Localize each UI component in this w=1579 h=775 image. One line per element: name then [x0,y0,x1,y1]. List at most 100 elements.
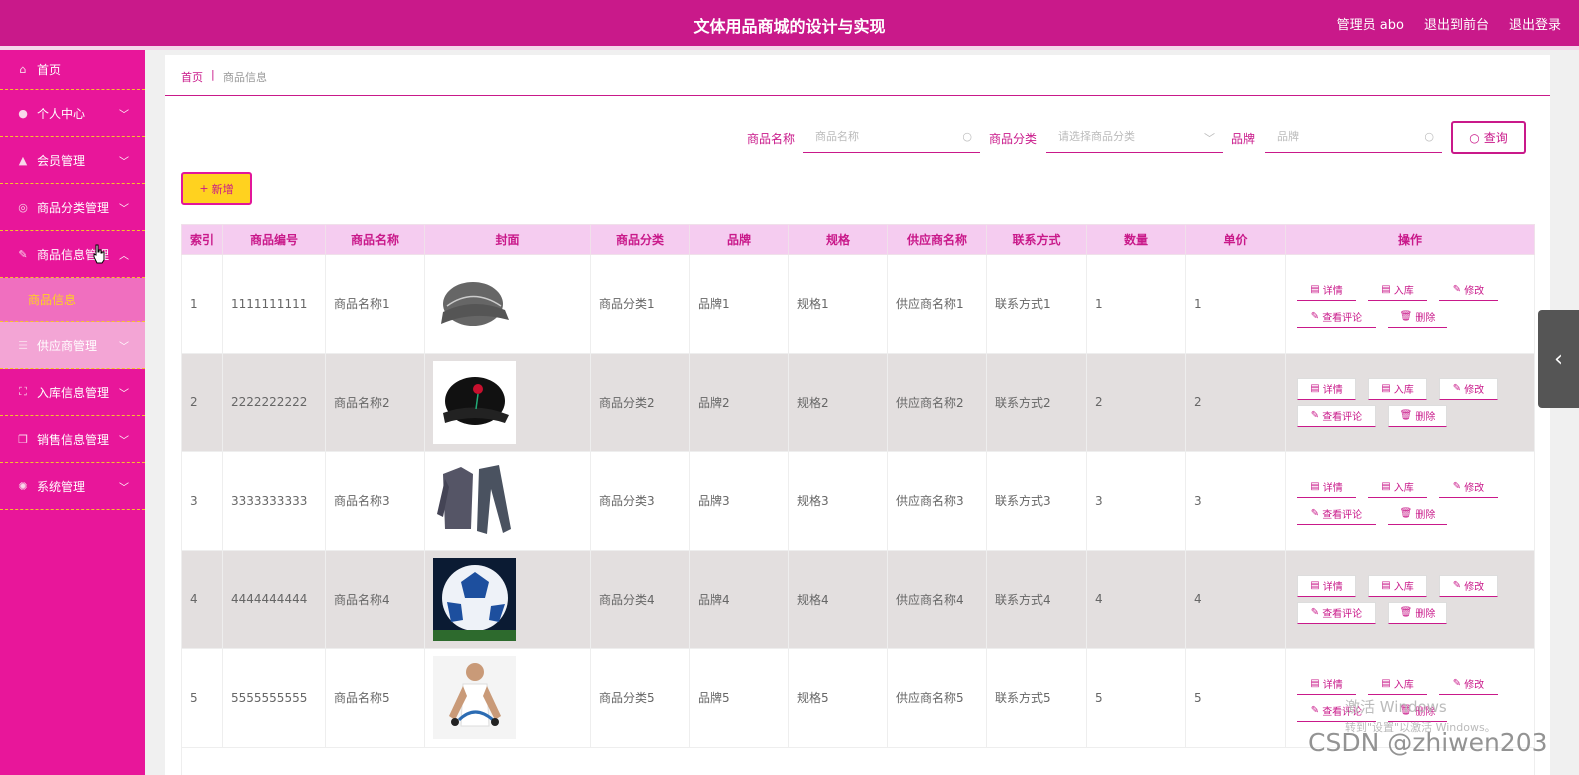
detail-button[interactable]: ▤ 详情 [1297,279,1356,302]
category-select-input[interactable] [1046,120,1223,152]
edit-button[interactable]: ✎ 修改 [1439,377,1498,400]
cell-actions: ▤ 详情 ▤ 入库 ✎ 修改 ✎ 查看评论 🗑 删除 [1285,451,1535,551]
view-comments-button[interactable]: ✎ 查看评论 [1297,601,1376,624]
stock-in-button-label: 入库 [1393,385,1414,397]
logout-link[interactable]: 退出登录 [1509,14,1561,33]
edit-button[interactable]: ✎ 修改 [1439,476,1498,499]
cell-actions: ▤ 详情 ▤ 入库 ✎ 修改 ✎ 查看评论 🗑 删除 [1285,549,1535,649]
query-button-label: 查询 [1483,131,1508,145]
view-comments-button-label: 查看评论 [1322,510,1363,522]
admin-user-link[interactable]: 管理员 abo [1337,14,1404,33]
edit-button[interactable]: ✎ 修改 [1439,673,1498,696]
detail-button-label: 详情 [1322,680,1343,692]
stock-in-button[interactable]: ▤ 入库 [1368,279,1427,302]
trash-icon: 🗑 [1399,508,1413,520]
cell-cover [424,648,591,748]
collapse-panel-toggle[interactable]: ‹ [1538,310,1579,408]
detail-button[interactable]: ▤ 详情 [1297,476,1356,499]
detail-button-label: 详情 [1322,582,1343,594]
product-name-field: ○ [803,120,980,153]
sidebar-item-label: 商品信息 [28,293,77,307]
sidebar-item-system[interactable]: ✺ 系统管理 ﹀ [0,463,145,510]
stock-in-button[interactable]: ▤ 入库 [1368,574,1427,597]
cap-image[interactable] [433,262,590,346]
document-icon: ▤ [1381,481,1391,493]
column-header: 联系方式 [986,224,1087,255]
pencil-icon: ✎ [1310,508,1320,520]
chevron-up-icon: ︿ [119,251,129,262]
table-row: 3 3333333333 商品名称3 商品分类3 品牌3 规格3 供应商名称3 联系方式3 3 3… [181,451,1535,551]
cell-spec: 规格2 [788,352,888,452]
cell-code: 2222222222 [222,352,326,452]
cell-brand: 品牌2 [689,352,789,452]
view-comments-button[interactable]: ✎ 查看评论 [1297,306,1376,329]
document-icon: ▤ [1310,284,1320,296]
top-header: 文体用品商城的设计与实现 管理员 abo 退出到前台 退出登录 [0,0,1579,46]
delete-button[interactable]: 🗑 删除 [1388,404,1447,427]
cell-index: 3 [181,451,223,551]
brand-input[interactable] [1265,120,1442,152]
cell-contact: 联系方式2 [986,352,1087,452]
view-comments-button[interactable]: ✎ 查看评论 [1297,503,1376,526]
query-button[interactable]: ○ 查询 [1451,121,1526,154]
cell-index: 1 [181,254,223,354]
document-icon: ▤ [1310,678,1320,690]
product-name-input[interactable] [803,120,980,152]
sidebar-item-stock[interactable]: ⛶ 入库信息管理 ﹀ [0,369,145,416]
detail-button[interactable]: ▤ 详情 [1297,377,1356,400]
stock-in-button[interactable]: ▤ 入库 [1368,673,1427,696]
delete-button[interactable]: 🗑 删除 [1388,306,1447,329]
detail-button[interactable]: ▤ 详情 [1297,574,1356,597]
category-select[interactable]: ﹀ [1046,120,1223,153]
cell-supplier: 供应商名称3 [887,451,987,551]
view-comments-button[interactable]: ✎ 查看评论 [1297,404,1376,427]
pencil-icon: ✎ [1452,580,1462,592]
cell-price: 3 [1185,451,1286,551]
sidebar-item-home[interactable]: ⌂ 首页 [0,50,145,90]
sidebar-item-members[interactable]: ▲ 会员管理 ﹀ [0,137,145,184]
cell-price: 1 [1185,254,1286,354]
column-header: 操作 [1285,224,1535,255]
cell-code: 3333333333 [222,451,326,551]
edit-button[interactable]: ✎ 修改 [1439,574,1498,597]
hand-cursor-icon [93,244,105,264]
cell-category: 商品分类3 [590,451,690,551]
detail-button-label: 详情 [1322,286,1343,298]
column-header: 规格 [788,224,888,255]
breadcrumb-separator: | [211,68,215,81]
pencil-icon: ✎ [1452,481,1462,493]
exit-to-front-link[interactable]: 退出到前台 [1424,14,1489,33]
product-name-label: 商品名称 [747,132,796,146]
sidebar-item-sales[interactable]: ❐ 销售信息管理 ﹀ [0,416,145,463]
delete-button[interactable]: 🗑 删除 [1388,503,1447,526]
sidebar-item-label: 系统管理 [37,479,86,494]
sidebar-subitem-goods-info[interactable]: 商品信息 [0,278,145,322]
detail-button[interactable]: ▤ 详情 [1297,673,1356,696]
view-comments-button-label: 查看评论 [1322,313,1363,325]
cell-index: 2 [181,352,223,452]
pencil-icon: ✎ [1310,705,1320,717]
edit-button[interactable]: ✎ 修改 [1439,279,1498,302]
sidebar-item-label: 首页 [37,63,62,77]
stock-in-button[interactable]: ▤ 入库 [1368,377,1427,400]
sidebar-item-category[interactable]: ◎ 商品分类管理 ﹀ [0,184,145,231]
sidebar-item-label: 供应商管理 [37,338,98,353]
cell-name: 商品名称5 [325,648,425,748]
sidebar-item-profile[interactable]: ● 个人中心 ﹀ [0,90,145,137]
stock-in-button[interactable]: ▤ 入库 [1368,476,1427,499]
athlete-image[interactable] [433,656,590,740]
tracksuit-image[interactable] [433,459,590,543]
delete-button-label: 删除 [1415,313,1436,325]
delete-button[interactable]: 🗑 删除 [1388,601,1447,624]
view-comments-button-label: 查看评论 [1322,609,1363,621]
sidebar-item-goods-mgmt[interactable]: ✎ 商品信息管理 ︿ [0,231,145,278]
detail-button-label: 详情 [1322,483,1343,495]
cell-code: 1111111111 [222,254,326,354]
cell-supplier: 供应商名称4 [887,549,987,649]
sidebar-item-supplier[interactable]: ☰ 供应商管理 ﹀ [0,322,145,369]
breadcrumb-home[interactable]: 首页 [181,69,203,85]
cap-rose-image[interactable] [433,360,590,444]
soccer-ball-image[interactable] [433,557,590,641]
cell-spec: 规格1 [788,254,888,354]
add-button[interactable]: + 新增 [181,172,252,205]
